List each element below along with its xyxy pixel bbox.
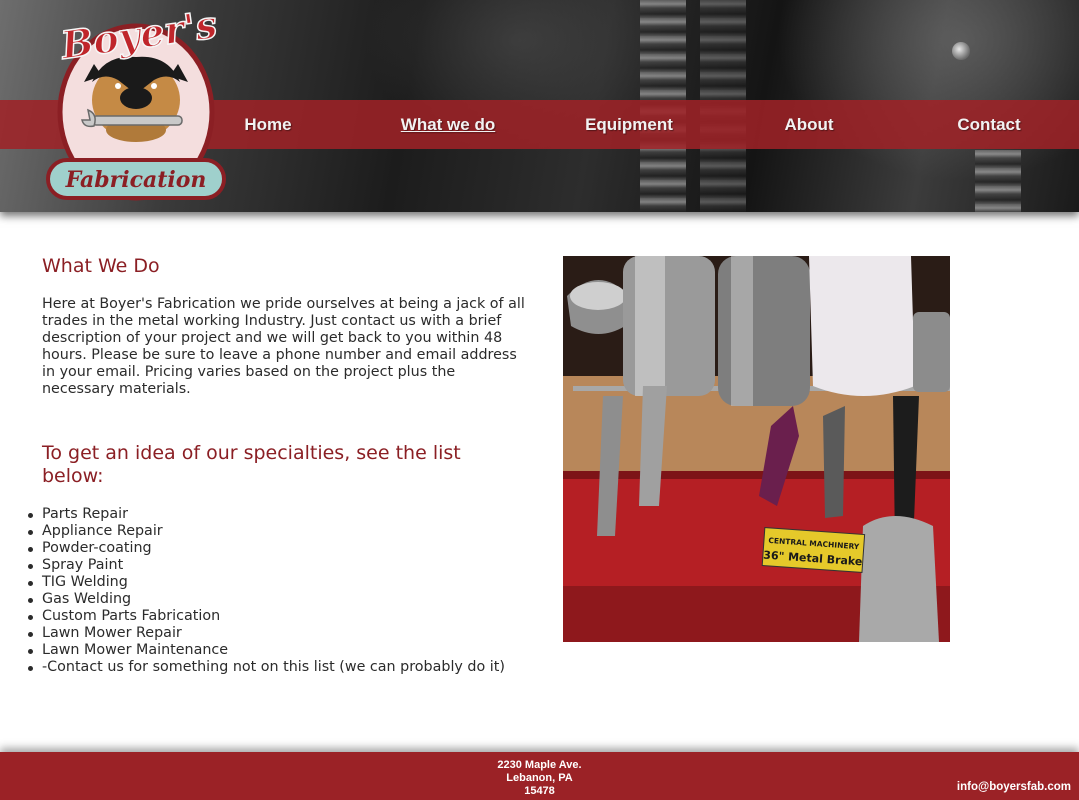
logo-subtitle: Fabrication [65, 167, 207, 193]
list-item: Gas Welding [28, 591, 505, 608]
bolt-decoration [952, 42, 970, 60]
address-street: 2230 Maple Ave. [497, 759, 582, 771]
address-zip: 15478 [524, 785, 555, 797]
address-city: Lebanon, PA [506, 772, 573, 784]
chain-decoration [975, 150, 1021, 212]
list-item: Lawn Mower Maintenance [28, 642, 505, 659]
nav-what-we-do[interactable]: What we do [401, 100, 495, 149]
nav-contact[interactable]: Contact [957, 100, 1020, 149]
list-item: Appliance Repair [28, 523, 505, 540]
intro-paragraph: Here at Boyer's Fabrication we pride our… [42, 296, 525, 397]
list-item: TIG Welding [28, 574, 505, 591]
site-footer: 2230 Maple Ave. Lebanon, PA 15478 info@b… [0, 752, 1079, 800]
list-item: -Contact us for something not on this li… [28, 659, 505, 675]
list-item: Spray Paint [28, 557, 505, 574]
page-heading: What We Do [42, 255, 160, 277]
nav-home[interactable]: Home [244, 100, 291, 149]
nav-equipment[interactable]: Equipment [585, 100, 673, 149]
list-item: Powder-coating [28, 540, 505, 557]
list-item: Custom Parts Fabrication [28, 608, 505, 625]
list-item: Lawn Mower Repair [28, 625, 505, 642]
specialties-heading: To get an idea of our specialties, see t… [42, 442, 461, 487]
list-item: Parts Repair [28, 506, 505, 523]
specialties-list: Parts Repair Appliance Repair Powder-coa… [28, 506, 505, 676]
email-link[interactable]: info@boyersfab.com [957, 781, 1071, 793]
spray-guns-photo: CENTRAL MACHINERY 36" Metal Brake [563, 256, 950, 642]
boyers-fabrication-logo[interactable]: Boyer's Fabrication [44, 2, 234, 202]
nav-about[interactable]: About [784, 100, 833, 149]
